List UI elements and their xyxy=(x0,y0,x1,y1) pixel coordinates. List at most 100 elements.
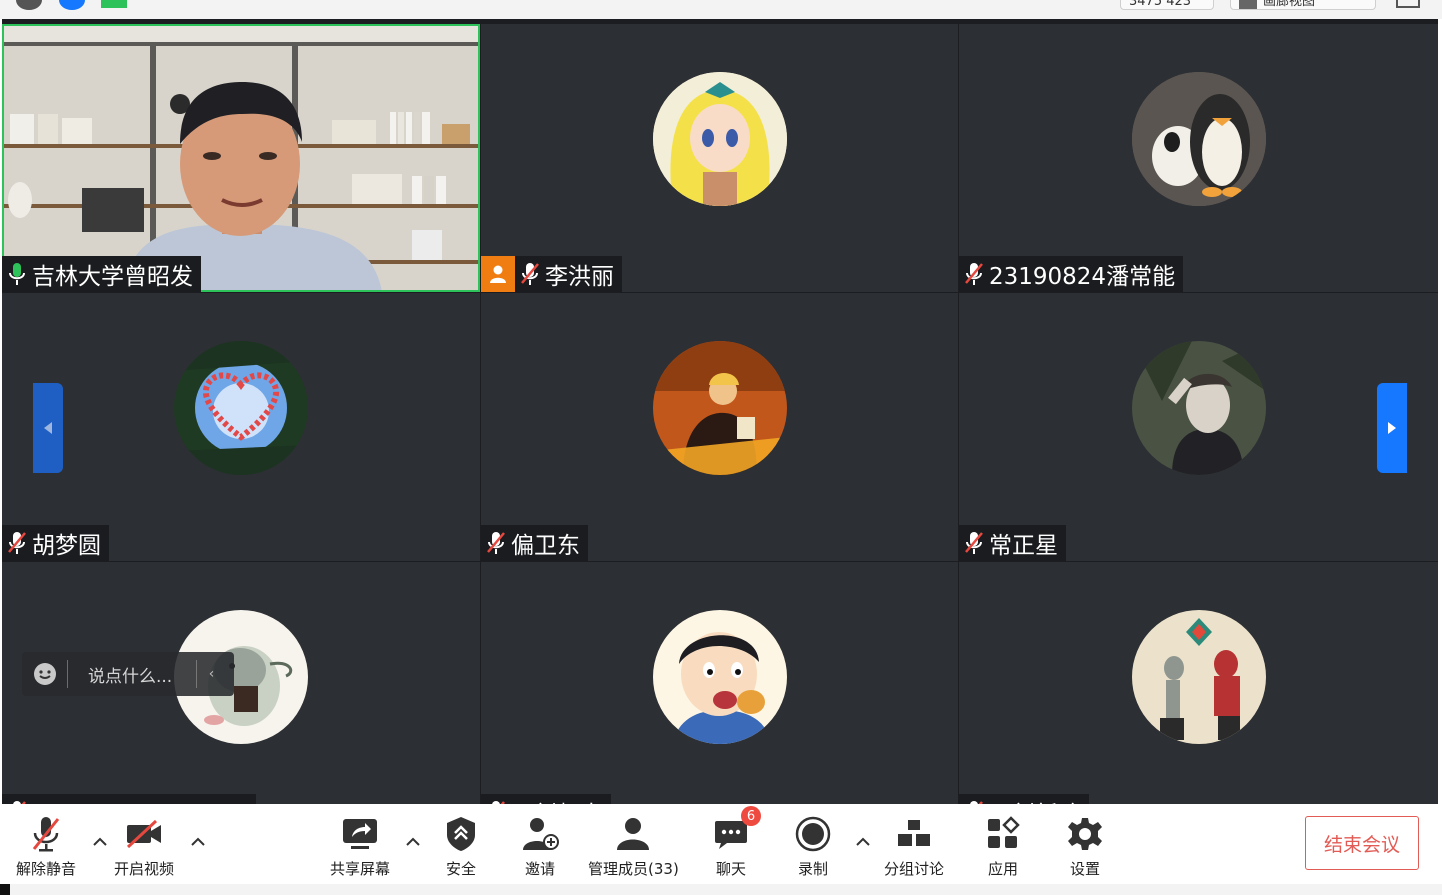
avatar xyxy=(1131,72,1266,206)
avatar xyxy=(1131,610,1266,744)
record-label: 录制 xyxy=(797,860,828,878)
title-bar: 3475 423 画廊视图 xyxy=(0,0,1442,19)
apps-label: 应用 xyxy=(987,860,1018,878)
chat-label: 聊天 xyxy=(715,860,746,878)
window-bottom-edge xyxy=(0,884,1442,895)
participant-name-bar: 偏卫东 xyxy=(481,525,588,561)
participant-name: 6-刘新政 xyxy=(989,795,1081,804)
collapse-chat-button[interactable]: ‹ xyxy=(196,660,226,688)
unread-badge: 6 xyxy=(741,806,761,826)
mic-muted-icon xyxy=(24,812,68,856)
participant-tile[interactable]: 胡梦圆 xyxy=(2,293,480,561)
apps-icon xyxy=(981,812,1025,856)
chat-button[interactable]: 6 聊天 xyxy=(709,806,761,879)
breakout-icon xyxy=(892,812,936,856)
host-badge xyxy=(481,256,515,292)
chat-input[interactable]: 说点什么... ‹ xyxy=(22,652,234,696)
chat-placeholder: 说点什么... xyxy=(88,666,173,687)
participant-tile[interactable]: 吉林大学曾昭发 xyxy=(2,24,480,292)
share-screen-button[interactable]: 共享屏幕 xyxy=(330,812,390,879)
participant-name: 6-刘凯東 xyxy=(511,795,603,804)
chevron-up-icon[interactable] xyxy=(855,834,871,850)
mic-muted-icon xyxy=(8,532,26,554)
security-button[interactable]: 安全 xyxy=(439,812,483,879)
meeting-id-text: 3475 423 xyxy=(1129,0,1192,9)
mic-muted-icon xyxy=(521,263,539,285)
mic-muted-icon xyxy=(487,532,505,554)
chevron-left-icon xyxy=(44,422,52,434)
unmute-button[interactable]: 解除静音 xyxy=(16,812,76,879)
participant-name-bar: 6-刘凯東 xyxy=(481,794,611,804)
view-label: 画廊视图 xyxy=(1263,0,1316,9)
participant-name-bar: 6-2222011 9王思强 xyxy=(2,794,257,804)
participant-video xyxy=(2,24,480,292)
info-icon[interactable] xyxy=(16,0,42,10)
participant-name-bar: 吉林大学曾昭发 xyxy=(2,256,201,292)
participant-tile[interactable]: 李洪丽 xyxy=(481,24,958,292)
gallery-icon xyxy=(1239,0,1257,9)
share-screen-icon xyxy=(338,812,382,856)
invite-button[interactable]: 邀请 xyxy=(518,812,562,879)
invite-label: 邀请 xyxy=(524,860,555,878)
signal-icon[interactable] xyxy=(101,0,127,8)
next-page-button[interactable] xyxy=(1377,383,1407,473)
host-person-icon xyxy=(490,265,506,283)
breakout-label: 分组讨论 xyxy=(884,860,945,878)
participant-name-bar: 胡梦圆 xyxy=(2,525,109,561)
avatar xyxy=(1131,341,1266,475)
shield-check-icon[interactable] xyxy=(59,0,85,10)
video-off-icon xyxy=(122,812,166,856)
record-icon xyxy=(791,812,835,856)
participant-name: 胡梦圆 xyxy=(32,533,101,559)
chevron-right-icon xyxy=(1388,422,1396,434)
emoji-button[interactable] xyxy=(22,660,68,688)
gear-icon xyxy=(1063,812,1107,856)
avatar xyxy=(652,610,787,744)
participant-name: 23190824潘常能 xyxy=(989,264,1176,290)
meeting-window: 3475 423 画廊视图 吉林大学曾昭发 李洪丽 23190824潘常能 胡梦… xyxy=(0,0,1442,895)
settings-label: 设置 xyxy=(1069,860,1100,878)
emoji-icon xyxy=(33,663,56,685)
mic-on-icon xyxy=(9,263,25,285)
members-icon xyxy=(611,812,655,856)
meeting-id-button[interactable]: 3475 423 xyxy=(1120,0,1214,10)
chevron-up-icon[interactable] xyxy=(190,834,206,850)
corner-marker xyxy=(0,884,10,895)
participant-tile[interactable]: 23190824潘常能 xyxy=(959,24,1438,292)
avatar xyxy=(174,341,308,475)
end-meeting-button[interactable]: 结束会议 xyxy=(1305,816,1419,870)
participant-name-bar: 23190824潘常能 xyxy=(959,256,1184,292)
participant-tile[interactable]: 偏卫东 xyxy=(481,293,958,561)
start-video-label: 开启视频 xyxy=(114,860,175,878)
share-screen-label: 共享屏幕 xyxy=(330,860,391,878)
participant-name: 常正星 xyxy=(989,533,1058,559)
participant-name: 吉林大学曾昭发 xyxy=(32,264,193,290)
participant-tile[interactable]: 6-刘凯東 xyxy=(481,562,958,804)
avatar xyxy=(652,341,787,475)
add-user-icon xyxy=(518,812,562,856)
mic-muted-icon xyxy=(965,532,983,554)
prev-page-button[interactable] xyxy=(33,383,63,473)
participant-name-bar: 常正星 xyxy=(959,525,1066,561)
chevron-up-icon[interactable] xyxy=(405,834,421,850)
manage-members-button[interactable]: 管理成员(33) xyxy=(588,812,679,879)
security-label: 安全 xyxy=(445,860,476,878)
apps-button[interactable]: 应用 xyxy=(981,812,1025,879)
participant-name: 李洪丽 xyxy=(545,264,614,290)
chevron-up-icon[interactable] xyxy=(92,834,108,850)
unmute-label: 解除静音 xyxy=(16,860,77,878)
fullscreen-icon[interactable] xyxy=(1396,0,1420,8)
manage-members-label: 管理成员(33) xyxy=(588,860,679,878)
participant-tile[interactable]: 6-刘新政 xyxy=(959,562,1438,804)
view-switch-button[interactable]: 画廊视图 xyxy=(1230,0,1376,10)
mic-muted-icon xyxy=(965,263,983,285)
record-button[interactable]: 录制 xyxy=(791,812,835,879)
participant-tile[interactable]: 常正星 xyxy=(959,293,1438,561)
start-video-button[interactable]: 开启视频 xyxy=(114,812,174,879)
participant-name-bar: 6-刘新政 xyxy=(959,794,1089,804)
participant-name: 6-2222011 9王思强 xyxy=(32,795,248,804)
participant-name: 偏卫东 xyxy=(511,533,580,559)
shield-icon xyxy=(439,812,483,856)
settings-button[interactable]: 设置 xyxy=(1063,812,1107,879)
breakout-rooms-button[interactable]: 分组讨论 xyxy=(884,812,944,879)
